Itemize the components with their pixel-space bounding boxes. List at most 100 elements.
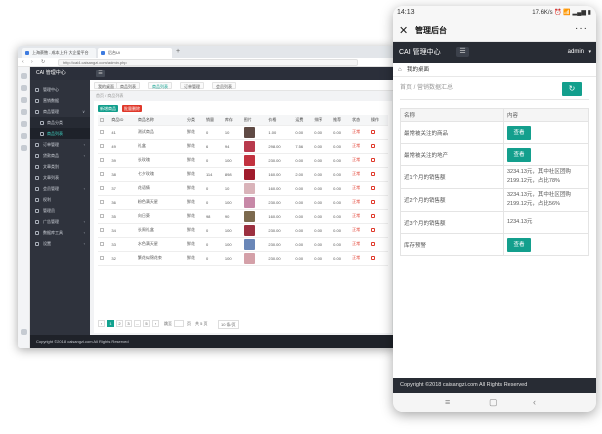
column-header: 排序 [312, 115, 332, 126]
row-checkbox[interactable] [100, 144, 104, 149]
favorites-icon[interactable] [21, 73, 27, 79]
thumbnail-cell [241, 223, 267, 238]
sidebar-item[interactable]: 广告管理 ‹ [30, 216, 90, 227]
edit-icon[interactable] [371, 185, 376, 190]
table-row[interactable]: 33 水色满天星 鲜花 0 100 230.00 0.00 0.00 0.00 正常 [98, 237, 388, 252]
row-checkbox[interactable] [100, 214, 104, 219]
page-button[interactable]: 2 [116, 320, 123, 327]
forward-button[interactable]: › [31, 59, 33, 66]
edit-icon[interactable] [371, 255, 376, 260]
reload-button[interactable]: ↻ [41, 59, 45, 66]
select-all-checkbox[interactable] [100, 118, 104, 123]
add-icon[interactable] [21, 329, 27, 335]
row-checkbox-cell [98, 153, 110, 168]
back-button[interactable]: ‹ [22, 59, 24, 66]
table-row[interactable]: 34 长周礼盒 鲜花 0 100 230.00 0.00 0.00 0.00 正常 [98, 223, 388, 238]
view-button[interactable]: 查看 [507, 147, 531, 162]
download-icon[interactable] [21, 97, 27, 103]
sidebar-item[interactable]: 管理员 [30, 205, 90, 216]
edit-icon[interactable] [371, 227, 376, 232]
view-button[interactable]: 查看 [507, 125, 531, 140]
sidebar-item[interactable]: 商品管理 ∨ [30, 106, 90, 117]
sidebar-item[interactable]: 权利 [30, 194, 90, 205]
sidebar-item-label: 订单管理 [43, 142, 59, 147]
tab-members[interactable]: 会员列表 [212, 82, 236, 89]
table-row[interactable]: 41 测试商品 鲜花 0 10 1.00 0.00 0.00 0.00 正常 [98, 125, 388, 140]
edit-icon[interactable] [371, 171, 376, 176]
mail-icon[interactable] [21, 121, 27, 127]
goto-input[interactable] [174, 320, 184, 327]
home-icon[interactable]: ⌂ [398, 65, 402, 75]
sidebar-item[interactable]: 贷款商品 ‹ [30, 150, 90, 161]
settings-icon[interactable] [21, 145, 27, 151]
row-checkbox[interactable] [100, 242, 104, 247]
edit-icon[interactable] [371, 241, 376, 246]
sidebar-item[interactable]: 订单管理 ‹ [30, 139, 90, 150]
page-button[interactable]: 1 [107, 320, 114, 327]
add-product-button[interactable]: 新增商品 [98, 105, 118, 112]
row-checkbox[interactable] [100, 200, 104, 205]
refresh-button[interactable]: ↻ [562, 82, 582, 96]
table-row[interactable]: 38 七夕玫瑰 鲜花 114 898 160.00 2.00 0.00 0.00 正常 [98, 167, 388, 182]
stat-name: 近1个月的销售额 [400, 165, 504, 189]
row-checkbox[interactable] [100, 256, 104, 261]
sidebar-item[interactable]: 数据库工具 ‹ [30, 227, 90, 238]
desktop-browser-window: 上海蔡鲍 - 成本上升 大企爱平台 后台Ui + ‹ › ↻ http://ca… [18, 46, 396, 348]
menu-nav-icon[interactable]: ≡ [445, 396, 450, 408]
sidebar-item[interactable]: 文章列表 [30, 172, 90, 183]
more-icon[interactable]: ··· [575, 22, 588, 36]
tools-icon[interactable] [21, 133, 27, 139]
tab-my-desk[interactable]: 我的桌面 [94, 82, 118, 89]
cell-price: 230.00 [266, 223, 294, 238]
row-checkbox[interactable] [100, 172, 104, 177]
row-checkbox[interactable] [100, 228, 104, 233]
menu-toggle-icon[interactable]: ☰ [96, 70, 105, 77]
tab-orders[interactable]: 订单管理 [180, 82, 204, 89]
prev-page-button[interactable]: ‹ [98, 320, 105, 327]
notes-icon[interactable] [21, 109, 27, 115]
edit-icon[interactable] [371, 143, 376, 148]
table-row[interactable]: 39 长玫瑰 鲜花 0 100 230.00 0.00 0.00 0.00 正常 [98, 153, 388, 168]
sidebar-item[interactable]: 管理中心 [30, 84, 90, 95]
row-checkbox[interactable] [100, 186, 104, 191]
table-row[interactable]: 35 向日葵 鲜花 98 90 160.00 0.00 0.00 0.00 正常 [98, 209, 388, 224]
edit-icon[interactable] [371, 199, 376, 204]
sidebar-item[interactable]: 设置 ‹ [30, 238, 90, 249]
tab-products-1[interactable]: 商品列表 [116, 82, 140, 89]
page-button[interactable]: 3 [125, 320, 132, 327]
view-button[interactable]: 查看 [507, 237, 531, 252]
next-page-button[interactable]: › [152, 320, 159, 327]
back-nav-icon[interactable]: ‹ [533, 396, 536, 408]
edit-icon[interactable] [371, 213, 376, 218]
per-page-select[interactable]: 10 条/页 [218, 320, 239, 329]
edit-icon[interactable] [371, 157, 376, 162]
browser-tab-active[interactable]: 后台Ui [98, 48, 172, 58]
menu-toggle-icon[interactable]: ☰ [456, 47, 469, 57]
row-checkbox[interactable] [100, 158, 104, 163]
tab-my-desk[interactable]: 我的桌面 [407, 65, 429, 75]
url-input[interactable]: http://cai4.caisangzi.com/admin.php [58, 59, 358, 66]
close-icon[interactable]: ✕ [399, 23, 408, 39]
sidebar-item[interactable]: 会员管理 ‹ [30, 183, 90, 194]
actions-cell [369, 181, 388, 196]
table-row[interactable]: 37 花语情 鲜花 0 10 160.00 0.00 0.00 0.00 正常 [98, 181, 388, 196]
history-icon[interactable] [21, 85, 27, 91]
new-tab-button[interactable]: + [176, 47, 180, 57]
page-button[interactable]: 5 [143, 320, 150, 327]
sidebar-item[interactable]: 文章类别 [30, 161, 90, 172]
browser-tab[interactable]: 上海蔡鲍 - 成本上升 大企爱平台 [22, 48, 96, 58]
row-checkbox[interactable] [100, 130, 104, 135]
sidebar-item[interactable]: 营销数据 [30, 95, 90, 106]
sidebar-item[interactable]: 商品列表 [30, 128, 90, 139]
caret-down-icon[interactable]: ▾ [588, 47, 591, 58]
user-menu[interactable]: admin [568, 47, 584, 58]
table-row[interactable]: 49 礼盒 鲜花 6 94 298.00 7.56 0.00 0.00 正常 [98, 139, 388, 154]
home-icon [35, 88, 39, 92]
batch-delete-button[interactable]: 批量删除 [122, 105, 142, 112]
home-nav-icon[interactable]: ▢ [489, 396, 498, 408]
edit-icon[interactable] [371, 129, 376, 134]
table-row[interactable]: 32 繁花似锦花束 鲜花 0 100 230.00 0.00 0.00 0.00 正常 [98, 251, 388, 266]
tab-products-2[interactable]: 商品列表 [148, 82, 172, 89]
table-row[interactable]: 36 粉色满天星 鲜花 0 100 230.00 0.00 0.00 0.00 正常 [98, 195, 388, 210]
sidebar-item[interactable]: 商品分类 [30, 117, 90, 128]
